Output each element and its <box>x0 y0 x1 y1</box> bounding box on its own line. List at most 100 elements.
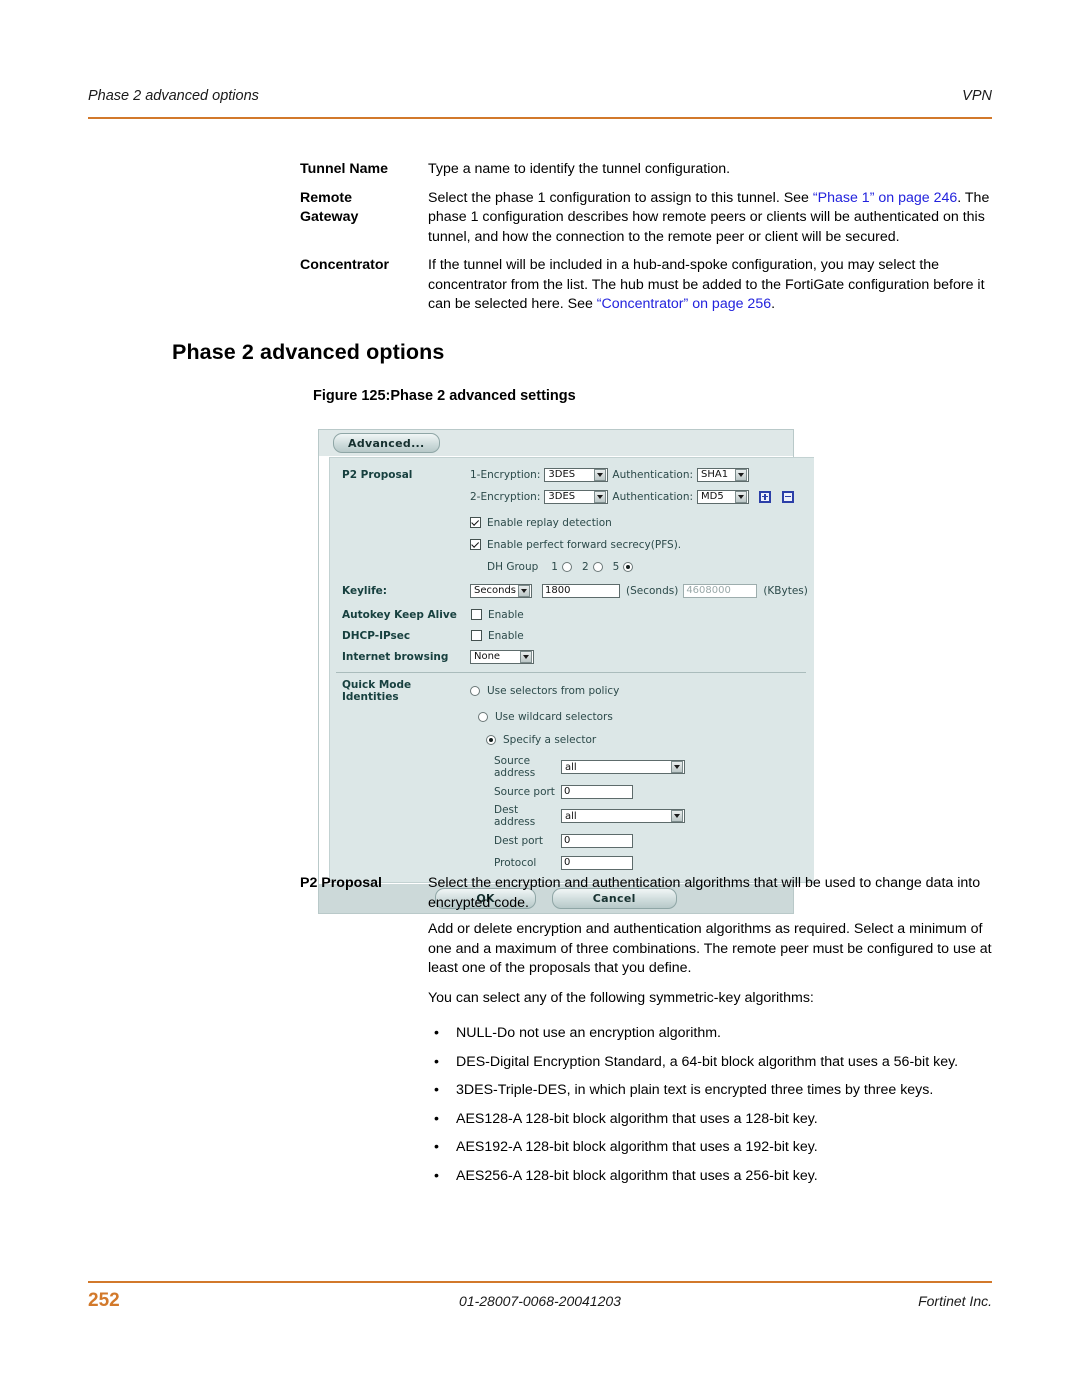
source-port-input[interactable]: 0 <box>561 784 633 799</box>
field-descriptions-list: Tunnel Name Type a name to identify the t… <box>300 160 1000 324</box>
dhcp-ipsec-checkbox[interactable] <box>471 630 482 641</box>
cross-reference-link[interactable]: “Concentrator” on page 256 <box>597 296 771 312</box>
header-chapter-title: VPN <box>962 88 992 104</box>
dh-group-label: DH Group <box>487 560 539 573</box>
enable-pfs-checkbox[interactable] <box>470 539 481 550</box>
add-proposal-icon[interactable] <box>759 490 772 503</box>
encryption-1-value: 3DES <box>548 469 576 480</box>
chevron-down-icon <box>594 468 607 481</box>
p2-proposal-term-text: P2 Proposal <box>300 875 383 891</box>
chevron-down-icon <box>671 810 683 822</box>
figure-caption: Figure 125:Phase 2 advanced settings <box>313 388 576 404</box>
algorithms-bullet-list: • NULL-Do not use an encryption algorithm… <box>300 1024 1000 1186</box>
source-port-row: Source port 0 <box>330 782 814 801</box>
encryption-2-select[interactable]: 3DES <box>544 489 609 504</box>
dhcp-ipsec-row: DHCP-IPsec Enable <box>330 626 814 645</box>
dh-group-option-2-label: 2 <box>581 560 589 573</box>
keylife-kbytes-suffix: (KBytes) <box>763 584 808 597</box>
internet-browsing-row: Internet browsing None <box>330 647 814 666</box>
p2-proposal-description: P2 Proposal Select the encryption and au… <box>300 874 1000 1195</box>
definition-term-line: Concentrator <box>300 257 390 273</box>
header-divider <box>88 117 992 119</box>
autokey-keep-alive-enable-label: Enable <box>488 608 524 621</box>
quick-mode-identities-label: Quick Mode Identities <box>342 679 412 703</box>
bullet-marker-icon: • <box>434 1053 439 1070</box>
bullet-marker-icon: • <box>434 1139 439 1155</box>
p2-proposal-paragraphs: Select the encryption and authentication… <box>428 874 1000 1015</box>
definition-term-line: Remote <box>300 189 353 206</box>
dest-address-value: all <box>565 810 577 822</box>
internet-browsing-select[interactable]: None <box>470 649 534 664</box>
definition-description: If the tunnel will be included in a hub-… <box>428 256 1000 315</box>
autokey-keep-alive-checkbox[interactable] <box>471 609 482 620</box>
dest-port-input[interactable]: 0 <box>561 833 633 848</box>
dh-group-option-2-radio[interactable] <box>592 561 603 572</box>
source-address-row: Source address all <box>330 755 814 779</box>
dialog-left-gutter <box>319 457 329 883</box>
source-address-select[interactable]: all <box>561 760 685 774</box>
keylife-unit-value: Seconds <box>474 585 517 596</box>
keylife-unit-select[interactable]: Seconds <box>470 583 532 598</box>
encryption-1-select[interactable]: 3DES <box>544 467 609 482</box>
protocol-input[interactable]: 0 <box>561 855 633 870</box>
authentication-1-select[interactable]: SHA1 <box>697 467 750 482</box>
p2-proposal-term: P2 Proposal <box>300 874 428 894</box>
chevron-down-icon <box>594 490 607 503</box>
definition-term: Remote Gateway <box>300 189 428 228</box>
p2-proposal-paragraph: Select the encryption and authentication… <box>428 875 981 911</box>
p2-proposal-paragraph: You can select any of the following symm… <box>428 989 814 1006</box>
dest-address-label: Dest address <box>494 804 536 828</box>
chevron-down-icon <box>520 650 532 663</box>
definition-text: . <box>771 296 776 312</box>
phase2-advanced-settings-dialog: Advanced... P2 Proposal 1-Encryption: 3D… <box>318 429 814 914</box>
page-footer: 252 01-28007-0068-20041203 Fortinet Inc. <box>88 1290 992 1312</box>
bullet-marker-icon: • <box>434 1082 439 1098</box>
bullet-marker-icon: • <box>434 1025 439 1041</box>
use-selectors-from-policy-radio[interactable] <box>470 686 480 696</box>
source-address-value: all <box>565 761 577 773</box>
dhcp-ipsec-enable-label: Enable <box>488 629 524 642</box>
dh-group-option-1-radio[interactable] <box>561 561 572 572</box>
source-address-label: Source address <box>494 755 536 779</box>
encryption-1-label: 1-Encryption: <box>470 468 541 481</box>
footer-divider <box>88 1281 992 1283</box>
use-wildcard-selectors-radio[interactable] <box>478 711 488 722</box>
definition-row: Concentrator If the tunnel will be includ… <box>300 256 1000 315</box>
cross-reference-link[interactable]: “Phase 1” on page 246 <box>813 190 957 206</box>
form-divider <box>336 672 806 673</box>
chevron-down-icon <box>735 490 748 503</box>
keylife-kbytes-input[interactable]: 4608000 <box>683 583 758 598</box>
dialog-form: P2 Proposal 1-Encryption: 3DES Authentic… <box>329 457 814 883</box>
specify-a-selector-radio[interactable] <box>486 734 496 745</box>
advanced-button[interactable]: Advanced... <box>333 433 440 453</box>
definition-text: Select the phase 1 configuration to assi… <box>428 189 813 206</box>
list-item-text: NULL-Do not use an encryption algorithm. <box>456 1025 721 1041</box>
bullet-marker-icon: • <box>434 1110 439 1127</box>
list-item-text: AES256-A 128-bit block algorithm that us… <box>456 1167 818 1184</box>
definition-term-line: Gateway <box>300 209 359 225</box>
authentication-1-label: Authentication: <box>612 468 694 481</box>
autokey-keep-alive-row: Autokey Keep Alive Enable <box>330 605 814 624</box>
dest-address-select[interactable]: all <box>561 809 685 823</box>
dh-group-option-5-radio[interactable] <box>623 561 634 572</box>
dh-group-row: DH Group 1 2 5 <box>330 557 814 576</box>
encryption-2-value: 3DES <box>548 491 576 502</box>
quick-mode-identities-row-1: Quick Mode Identities Use selectors from… <box>330 679 814 703</box>
quick-mode-identities-row-2: Use wildcard selectors <box>330 707 814 726</box>
enable-replay-detection-checkbox[interactable] <box>470 517 481 528</box>
page-header: Phase 2 advanced options VPN <box>88 88 992 104</box>
definition-term: Concentrator <box>300 256 428 276</box>
protocol-label: Protocol <box>494 856 537 869</box>
remove-proposal-icon[interactable] <box>782 490 795 503</box>
keylife-seconds-input[interactable]: 1800 <box>542 583 620 598</box>
use-selectors-from-policy-label: Use selectors from policy <box>487 685 620 697</box>
autokey-keep-alive-label: Autokey Keep Alive <box>342 608 457 621</box>
dhcp-ipsec-label: DHCP-IPsec <box>342 629 411 642</box>
organization-name: Fortinet Inc. <box>918 1293 992 1309</box>
list-item-text: AES192-A 128-bit block algorithm that us… <box>456 1139 818 1155</box>
dest-address-row: Dest address all <box>330 804 814 828</box>
keylife-row: Keylife: Seconds 1800 (Seconds) 4608000 … <box>330 581 814 600</box>
authentication-2-select[interactable]: MD5 <box>697 489 750 504</box>
dh-group-option-5-label: 5 <box>612 560 620 573</box>
keylife-seconds-suffix: (Seconds) <box>626 584 679 597</box>
